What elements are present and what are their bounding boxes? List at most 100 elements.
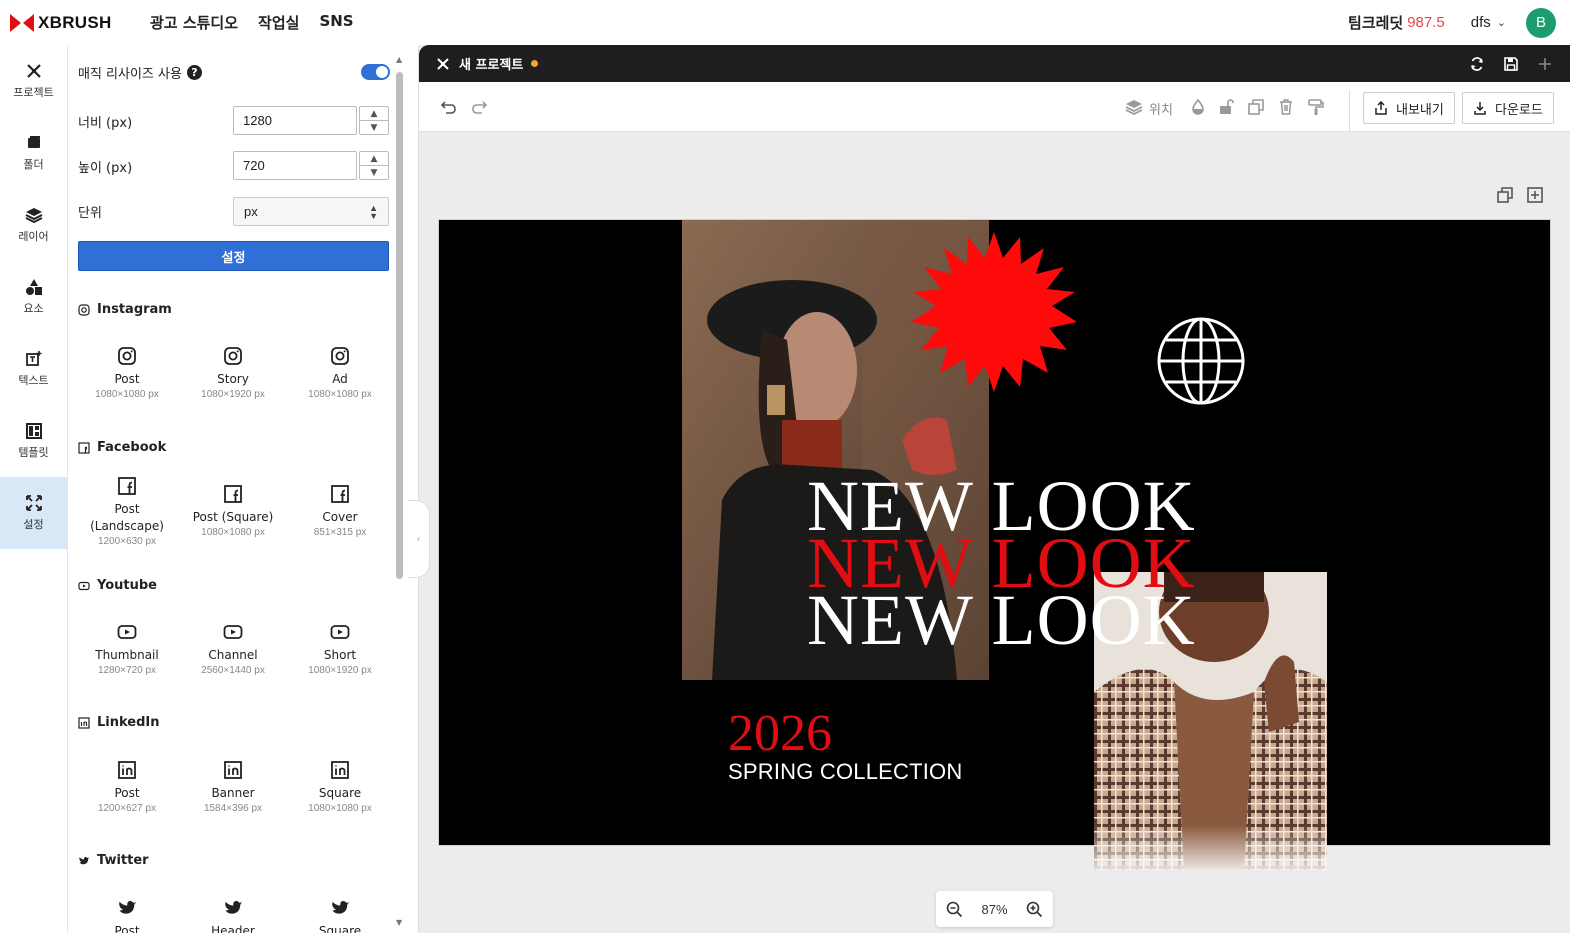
preset-instagram-post[interactable]: Post 1080×1080 px — [74, 346, 180, 400]
redo-icon[interactable] — [470, 98, 488, 116]
save-icon[interactable] — [1503, 56, 1519, 72]
youtube-icon — [78, 581, 90, 590]
preset-size: 2560×1440 px — [201, 665, 265, 676]
preset-name: Square — [318, 924, 362, 933]
left-rail: 프로젝트 폴더 레이어 요소 텍스트 템플릿 설정 — [0, 45, 68, 933]
section-title: Twitter — [97, 853, 149, 868]
sync-icon[interactable] — [1469, 56, 1485, 72]
position-label[interactable]: 위치 — [1149, 99, 1173, 118]
width-row: 너비 (px) — [78, 112, 132, 131]
section-title: Facebook — [97, 440, 167, 455]
preset-linkedin-square[interactable]: Square 1080×1080 px — [287, 760, 393, 814]
rail-item-elements[interactable]: 요소 — [0, 261, 67, 333]
width-input[interactable]: 1280 — [233, 106, 357, 135]
rail-item-layers[interactable]: 레이어 — [0, 189, 67, 261]
magic-resize-toggle[interactable] — [361, 64, 390, 80]
preset-twitter-post[interactable]: Post — [74, 898, 180, 933]
preset-instagram-ad[interactable]: Ad 1080×1080 px — [287, 346, 393, 400]
rail-item-template[interactable]: 템플릿 — [0, 405, 67, 477]
red-starburst-shape[interactable] — [909, 232, 1079, 392]
width-stepper[interactable]: ▲ ▼ — [359, 106, 389, 135]
layers-icon[interactable] — [1125, 98, 1143, 116]
preset-size: 1080×1080 px — [308, 389, 372, 400]
duplicate-icon[interactable] — [1247, 98, 1265, 116]
brand-logo[interactable]: XBRUSH — [10, 13, 150, 33]
rail-item-folder[interactable]: 폴더 — [0, 117, 67, 189]
unit-row: 단위 — [78, 202, 102, 221]
collection-text[interactable]: SPRING COLLECTION — [728, 759, 962, 785]
linkedin-icon — [224, 761, 242, 779]
user-menu[interactable]: dfs — [1471, 14, 1491, 31]
delete-icon[interactable] — [1277, 98, 1295, 116]
format-paint-icon[interactable] — [1307, 98, 1325, 116]
section-instagram: Instagram — [78, 302, 172, 317]
preset-name: Banner — [211, 786, 255, 800]
youtube-icon — [330, 625, 350, 639]
preset-facebook-post-landscape[interactable]: Post (Landscape) 1200×630 px — [74, 476, 180, 547]
preset-size: 1080×1080 px — [308, 803, 372, 814]
settings-resize-icon — [25, 495, 42, 511]
globe-icon[interactable] — [1156, 316, 1246, 406]
export-button[interactable]: 내보내기 — [1363, 92, 1455, 124]
height-input[interactable]: 720 — [233, 151, 357, 180]
nav-sns[interactable]: SNS — [319, 12, 353, 33]
rail-label: 프로젝트 — [13, 86, 54, 99]
duplicate-page-icon[interactable] — [1496, 186, 1514, 204]
rail-item-text[interactable]: 텍스트 — [0, 333, 67, 405]
chevron-down-icon[interactable]: ▼ — [360, 166, 388, 179]
unlock-icon[interactable] — [1217, 98, 1235, 116]
preset-linkedin-banner[interactable]: Banner 1584×396 px — [180, 760, 286, 814]
preset-youtube-short[interactable]: Short 1080×1920 px — [287, 622, 393, 676]
scroll-down-arrow-icon[interactable]: ▼ — [396, 918, 402, 927]
download-label: 다운로드 — [1495, 102, 1543, 118]
design-canvas[interactable]: NEW LOOK NEW LOOK NEW LOOK 2026 SPRING C… — [438, 219, 1551, 870]
download-button[interactable]: 다운로드 — [1462, 92, 1554, 124]
rail-label: 폴더 — [23, 158, 44, 171]
chevron-up-icon[interactable]: ▲ — [360, 152, 388, 166]
year-text[interactable]: 2026 — [728, 704, 832, 763]
magic-resize-label: 매직 리사이즈 사용 — [78, 67, 182, 82]
account-area: 팀크레딧 987.5 dfs ⌄ B — [1348, 7, 1556, 38]
rail-item-project[interactable]: 프로젝트 — [0, 45, 67, 117]
chevron-down-icon[interactable]: ▼ — [360, 121, 388, 134]
instagram-icon — [331, 347, 349, 365]
preset-facebook-cover[interactable]: Cover 851×315 px — [287, 484, 393, 538]
preset-youtube-thumbnail[interactable]: Thumbnail 1280×720 px — [74, 622, 180, 676]
preset-twitter-square[interactable]: Square — [287, 898, 393, 933]
avatar[interactable]: B — [1526, 7, 1556, 38]
opacity-icon[interactable] — [1189, 98, 1207, 116]
zoom-in-icon[interactable] — [1026, 901, 1043, 918]
preset-linkedin-post[interactable]: Post 1200×627 px — [74, 760, 180, 814]
preset-name: Post — [114, 786, 140, 800]
team-credit-label: 팀크레딧 — [1348, 14, 1404, 32]
apply-size-button[interactable]: 설정 — [78, 241, 389, 271]
preset-twitter-header[interactable]: Header — [180, 898, 286, 933]
scroll-up-arrow-icon[interactable]: ▲ — [396, 55, 402, 64]
unit-select[interactable]: px ▲ ▼ — [233, 197, 389, 226]
preset-size: 1080×1080 px — [95, 389, 159, 400]
height-stepper[interactable]: ▲ ▼ — [359, 151, 389, 180]
instagram-icon — [224, 347, 242, 365]
linkedin-icon — [78, 716, 90, 729]
preset-facebook-post-square[interactable]: Post (Square) 1080×1080 px — [180, 484, 286, 538]
chevron-up-icon[interactable]: ▲ — [360, 107, 388, 121]
preset-youtube-channel[interactable]: Channel 2560×1440 px — [180, 622, 286, 676]
twitter-icon — [79, 856, 89, 864]
nav-workroom[interactable]: 작업실 — [258, 12, 299, 33]
nav-ad-studio[interactable]: 광고 스튜디오 — [150, 12, 238, 33]
add-page-icon[interactable] — [1526, 186, 1544, 204]
preset-instagram-story[interactable]: Story 1080×1920 px — [180, 346, 286, 400]
undo-icon[interactable] — [440, 98, 458, 116]
headline-line-3[interactable]: NEW LOOK — [807, 584, 1196, 656]
height-label: 높이 (px) — [78, 161, 133, 176]
panel-scrollbar[interactable]: ▲ ▼ — [394, 55, 406, 933]
panel-collapse-handle[interactable]: ‹ — [408, 500, 430, 578]
preset-name: Story — [217, 372, 249, 386]
scrollbar-thumb[interactable] — [396, 72, 403, 579]
chevron-down-icon[interactable]: ⌄ — [1497, 16, 1506, 29]
help-icon[interactable]: ? — [186, 65, 202, 80]
project-tab-title[interactable]: 새 프로젝트 — [459, 54, 523, 73]
zoom-out-icon[interactable] — [946, 901, 963, 918]
add-tab-icon[interactable] — [1537, 56, 1553, 72]
rail-item-settings[interactable]: 설정 — [0, 477, 67, 549]
